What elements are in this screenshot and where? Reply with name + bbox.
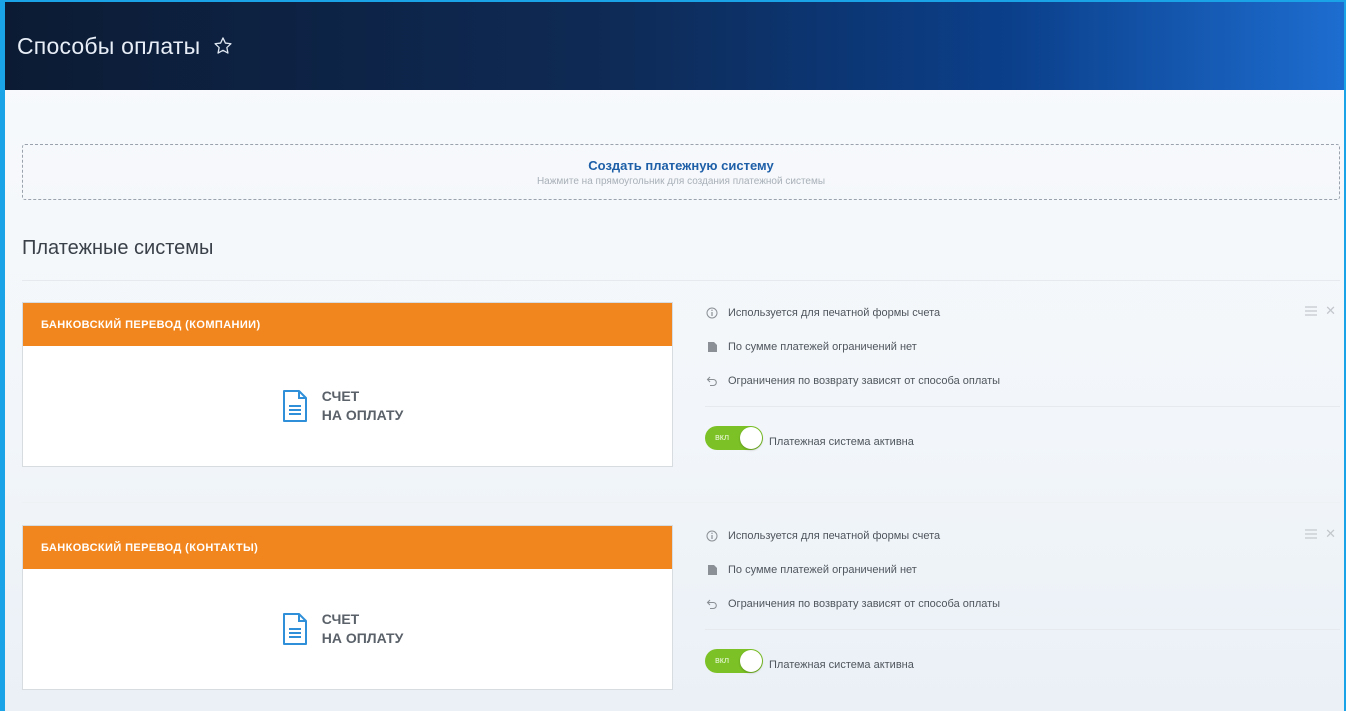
- return-icon: [705, 374, 719, 388]
- card-body: СЧЕТ НА ОПЛАТУ: [23, 569, 672, 689]
- info-icon: [705, 306, 719, 320]
- active-toggle[interactable]: вкл: [705, 649, 763, 673]
- info-line: Ограничения по возврату зависят от спосо…: [705, 364, 1340, 398]
- toggle-knob[interactable]: [740, 650, 762, 672]
- drag-handle-icon[interactable]: [1305, 529, 1318, 539]
- info-text: По сумме платежей ограничений нет: [728, 564, 917, 576]
- active-toggle[interactable]: вкл: [705, 426, 763, 450]
- active-toggle-row: вкл Платежная система активна: [705, 426, 1340, 450]
- info-line: Ограничения по возврату зависят от спосо…: [705, 587, 1340, 621]
- invoice-document-icon: [282, 390, 307, 422]
- row-divider: [22, 502, 1340, 503]
- invoice-label-line1: СЧЕТ: [321, 611, 360, 627]
- section-title: Платежные системы: [22, 237, 214, 259]
- page-title: Способы оплаты: [17, 32, 201, 59]
- payment-system-card[interactable]: БАНКОВСКИЙ ПЕРЕВОД (КОНТАКТЫ) СЧЕТ НА ОП…: [22, 525, 673, 690]
- create-payment-system-button[interactable]: Создать платежную систему Нажмите на пря…: [22, 144, 1340, 200]
- info-text: Ограничения по возврату зависят от спосо…: [728, 375, 1001, 387]
- document-icon: [705, 563, 719, 577]
- payment-system-row: БАНКОВСКИЙ ПЕРЕВОД (КОМПАНИИ) СЧЕТ НА ОП…: [22, 302, 1340, 492]
- active-toggle-row: вкл Платежная система активна: [705, 649, 1340, 673]
- invoice-label: СЧЕТ НА ОПЛАТУ: [322, 610, 404, 648]
- invoice-document-icon: [282, 613, 307, 645]
- status-label: Платежная система активна: [769, 659, 914, 671]
- invoice-block: СЧЕТ НА ОПЛАТУ: [282, 610, 404, 648]
- payment-system-card[interactable]: БАНКОВСКИЙ ПЕРЕВОД (КОМПАНИИ) СЧЕТ НА ОП…: [22, 302, 673, 467]
- info-text: Используется для печатной формы счета: [728, 307, 941, 319]
- row-actions: ✕: [1305, 304, 1336, 317]
- info-divider: [705, 629, 1340, 630]
- status-label: Платежная система активна: [769, 436, 914, 448]
- info-divider: [705, 406, 1340, 407]
- info-line: Используется для печатной формы счета: [705, 519, 1340, 553]
- invoice-label-line2: НА ОПЛАТУ: [321, 407, 404, 423]
- star-icon[interactable]: [212, 35, 234, 57]
- payment-system-name[interactable]: БАНКОВСКИЙ ПЕРЕВОД (КОМПАНИИ): [23, 303, 672, 346]
- invoice-block: СЧЕТ НА ОПЛАТУ: [282, 387, 404, 425]
- close-icon[interactable]: ✕: [1325, 527, 1336, 540]
- payment-system-info: Используется для печатной формы счета По…: [705, 525, 1340, 673]
- info-text: По сумме платежей ограничений нет: [728, 341, 917, 353]
- payment-system-info: Используется для печатной формы счета По…: [705, 302, 1340, 450]
- payment-system-name[interactable]: БАНКОВСКИЙ ПЕРЕВОД (КОНТАКТЫ): [23, 526, 672, 569]
- info-text: Ограничения по возврату зависят от спосо…: [728, 598, 1001, 610]
- toggle-text: вкл: [715, 655, 730, 665]
- payment-system-row: БАНКОВСКИЙ ПЕРЕВОД (КОНТАКТЫ) СЧЕТ НА ОП…: [22, 525, 1340, 705]
- toggle-text: вкл: [715, 432, 730, 442]
- drag-handle-icon[interactable]: [1305, 306, 1318, 316]
- close-icon[interactable]: ✕: [1325, 304, 1336, 317]
- document-icon: [705, 340, 719, 354]
- info-line: По сумме платежей ограничений нет: [705, 330, 1340, 364]
- info-text: Используется для печатной формы счета: [728, 530, 941, 542]
- create-title[interactable]: Создать платежную систему: [588, 158, 773, 173]
- return-icon: [705, 597, 719, 611]
- invoice-label-line2: НА ОПЛАТУ: [321, 630, 404, 646]
- info-icon: [705, 529, 719, 543]
- create-subtitle: Нажмите на прямоугольник для создания пл…: [536, 175, 826, 187]
- page-header: Способы оплаты: [5, 2, 1344, 90]
- section-divider: [22, 280, 1340, 281]
- info-line: По сумме платежей ограничений нет: [705, 553, 1340, 587]
- row-actions: ✕: [1305, 527, 1336, 540]
- card-body: СЧЕТ НА ОПЛАТУ: [23, 346, 672, 466]
- invoice-label: СЧЕТ НА ОПЛАТУ: [322, 387, 404, 425]
- invoice-label-line1: СЧЕТ: [321, 388, 360, 404]
- toggle-knob[interactable]: [740, 427, 762, 449]
- info-line: Используется для печатной формы счета: [705, 296, 1340, 330]
